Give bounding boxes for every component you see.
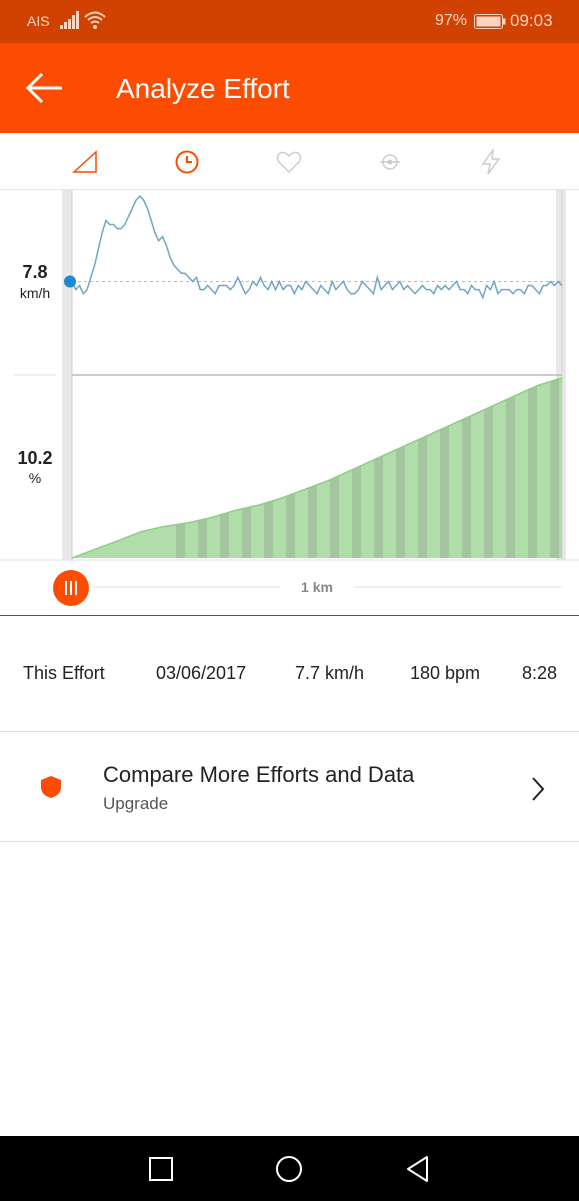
grade-strip xyxy=(374,378,383,558)
shield-icon xyxy=(41,776,61,798)
speed-unit: km/h xyxy=(19,285,51,301)
effort-date: 03/06/2017 xyxy=(156,663,247,683)
wifi-icon xyxy=(84,11,106,29)
signal-icon xyxy=(60,11,79,29)
carrier-label: AIS xyxy=(27,13,50,29)
grade-strip xyxy=(550,378,559,558)
tab-time[interactable] xyxy=(170,145,204,179)
clock: 09:03 xyxy=(510,11,553,30)
app-bar: Analyze Effort xyxy=(0,43,579,133)
grade-strip xyxy=(308,378,317,558)
tab-heart-rate[interactable] xyxy=(272,145,306,179)
grade-strip xyxy=(528,378,537,558)
effort-chart[interactable]: 7.8 km/h 10.2 % xyxy=(0,190,579,616)
chart-canvas xyxy=(0,190,579,588)
grip-icon xyxy=(65,581,77,595)
speed-line xyxy=(71,195,563,300)
left-edge-band xyxy=(62,190,72,560)
grade-strip xyxy=(264,378,273,558)
grade-strip xyxy=(440,378,449,558)
elevation-icon xyxy=(72,150,97,173)
tab-elevation[interactable] xyxy=(68,145,102,179)
compare-subtitle: Upgrade xyxy=(103,794,169,813)
battery-icon xyxy=(474,14,506,29)
grade-strip xyxy=(242,378,251,558)
grade-strip xyxy=(396,378,405,558)
home-icon[interactable] xyxy=(274,1154,304,1184)
speed-marker-dot xyxy=(64,275,76,288)
grade-strip xyxy=(198,378,207,558)
grade-strip xyxy=(220,378,229,558)
grade-strip xyxy=(462,378,471,558)
tab-power[interactable] xyxy=(474,145,508,179)
system-nav-bar xyxy=(0,1136,579,1201)
recent-apps-icon[interactable] xyxy=(146,1154,176,1184)
clock-icon xyxy=(175,150,199,174)
status-bar: AIS 97% 09:03 xyxy=(0,0,579,43)
compare-more-efforts-row[interactable]: Compare More Efforts and Data Upgrade xyxy=(0,732,579,842)
grade-strip xyxy=(330,378,339,558)
heart-icon xyxy=(276,151,302,174)
grade-strip xyxy=(506,378,515,558)
metric-tabs xyxy=(0,133,579,190)
cadence-icon xyxy=(380,154,400,170)
effort-time: 8:28 xyxy=(522,663,558,683)
distance-label: 1 km xyxy=(280,579,354,595)
compare-title: Compare More Efforts and Data xyxy=(103,762,415,787)
grade-strip xyxy=(484,378,493,558)
effort-summary-row[interactable]: This Effort 03/06/2017 7.7 km/h 180 bpm … xyxy=(0,616,579,732)
effort-heart-rate: 180 bpm xyxy=(410,663,481,683)
range-slider-handle[interactable] xyxy=(53,570,89,606)
grade-strip xyxy=(176,378,185,558)
speed-value: 7.8 xyxy=(22,262,48,282)
back-arrow-icon[interactable] xyxy=(24,70,64,106)
effort-speed: 7.7 km/h xyxy=(295,663,365,683)
grade-strip xyxy=(418,378,427,558)
battery-percent: 97% xyxy=(435,12,468,29)
grade-strip xyxy=(286,378,295,558)
lightning-icon xyxy=(481,149,501,175)
grade-unit: % xyxy=(28,470,42,486)
chevron-right-icon xyxy=(532,777,545,801)
grade-value: 10.2 xyxy=(17,448,53,468)
effort-label: This Effort xyxy=(23,663,105,683)
tab-cadence[interactable] xyxy=(373,145,407,179)
back-icon[interactable] xyxy=(403,1154,433,1184)
page-title: Analyze Effort xyxy=(116,73,290,104)
